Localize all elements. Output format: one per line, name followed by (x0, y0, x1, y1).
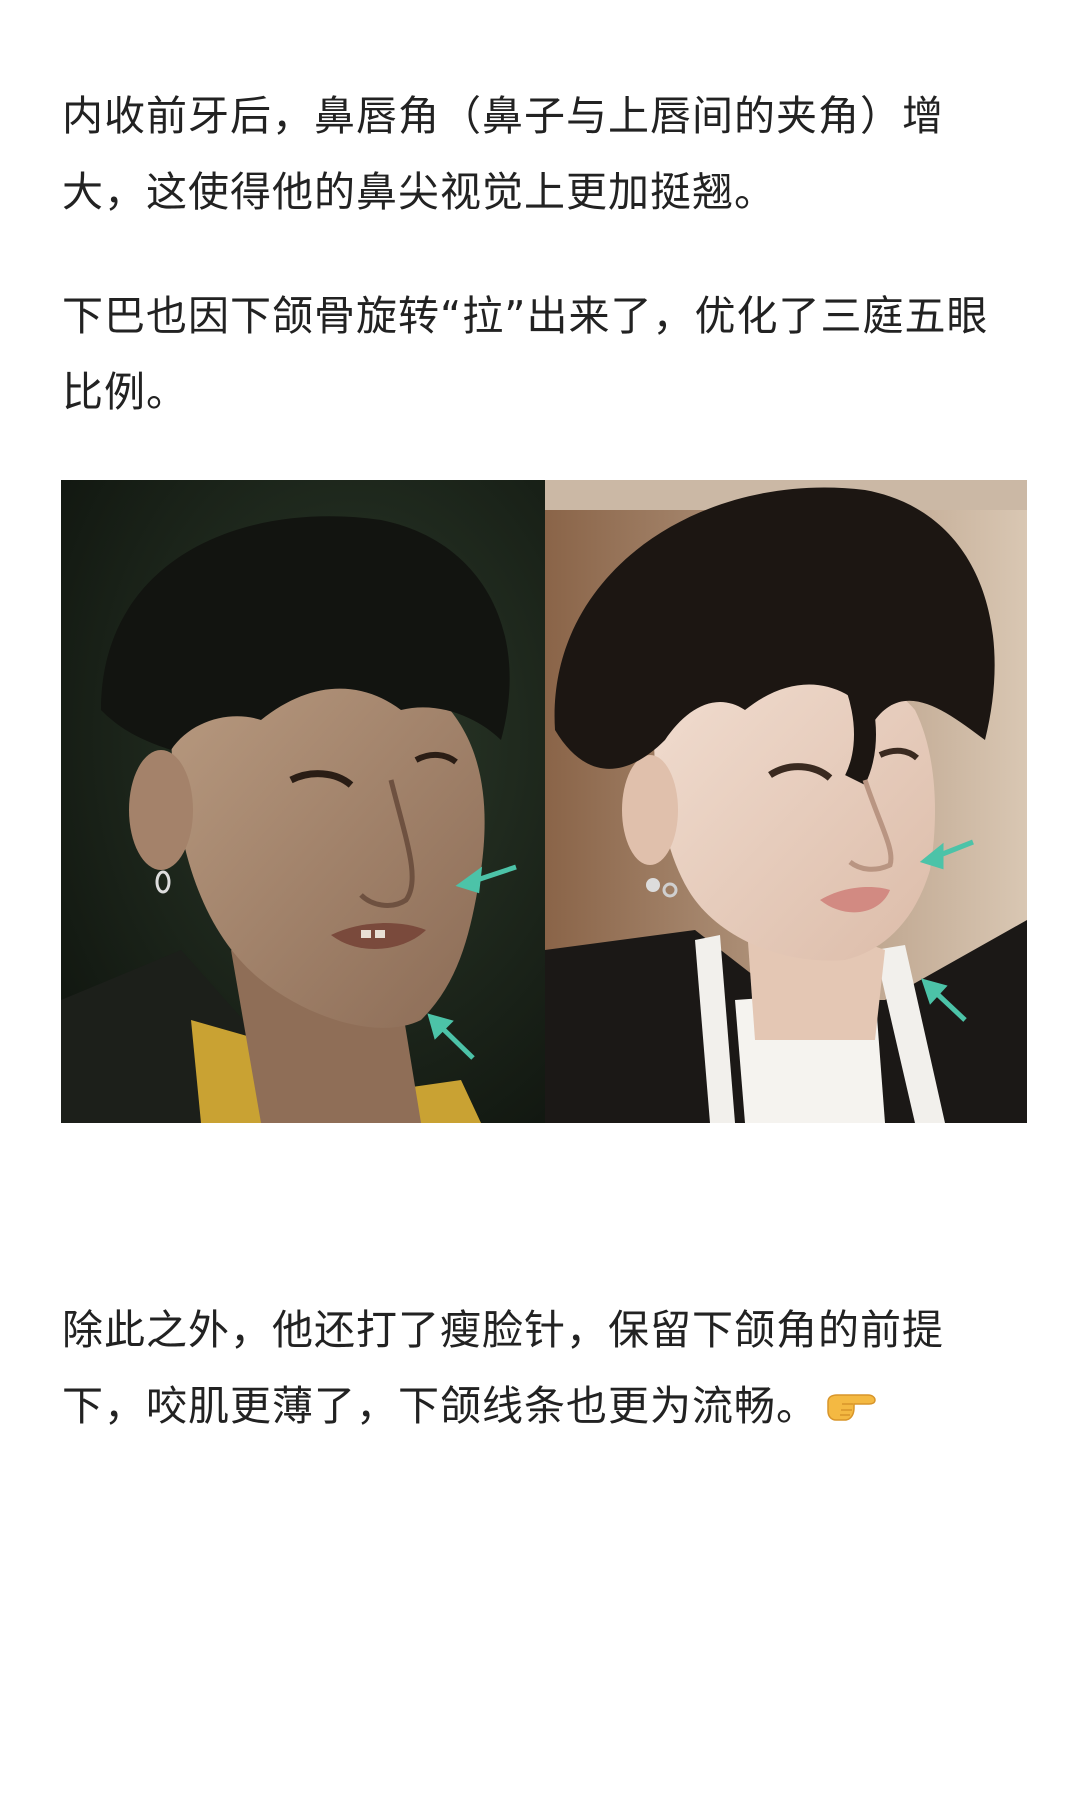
before-photo-illustration (61, 480, 545, 1123)
paragraph-face-slimming: 除此之外，他还打了瘦脸针，保留下颌角的前提下，咬肌更薄了，下颌线条也更为流畅。 (62, 1292, 1022, 1444)
comparison-image (61, 480, 1027, 1123)
paragraph-face-slimming-text: 除此之外，他还打了瘦脸针，保留下颌角的前提下，咬肌更薄了，下颌线条也更为流畅。 (62, 1306, 944, 1430)
article-page: { "article": { "paragraphs": [ "内收前牙后，鼻唇… (0, 0, 1080, 1800)
pointing-right-hand-icon (824, 1374, 878, 1421)
after-photo (545, 480, 1027, 1123)
paragraph-nasolabial-angle: 内收前牙后，鼻唇角（鼻子与上唇间的夹角）增大，这使得他的鼻尖视觉上更加挺翘。 (62, 92, 944, 216)
after-photo-illustration (545, 480, 1027, 1123)
paragraph-chin: 下巴也因下颌骨旋转“拉”出来了，优化了三庭五眼比例。 (62, 292, 989, 416)
before-photo (61, 480, 545, 1123)
